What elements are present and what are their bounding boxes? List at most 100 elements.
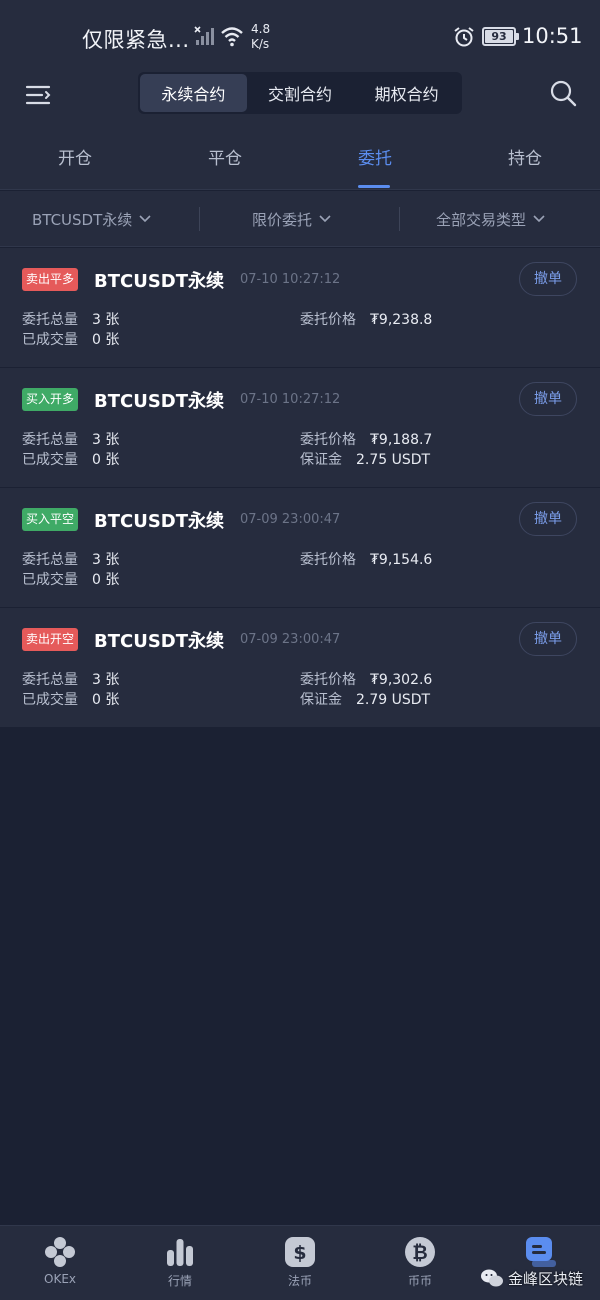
margin-label: 保证金 bbox=[300, 452, 342, 468]
no-signal-icon bbox=[194, 26, 214, 45]
order-time: 07-09 23:00:47 bbox=[240, 512, 341, 527]
total-value: 3 张 bbox=[92, 672, 120, 688]
filled-quantity: 已成交量 0 张 bbox=[22, 449, 119, 469]
market-bars-icon bbox=[167, 1239, 193, 1266]
order-time: 07-10 10:27:12 bbox=[240, 272, 341, 287]
tab-close[interactable]: 平仓 bbox=[150, 144, 300, 169]
tab-orders[interactable]: 委托 bbox=[300, 144, 450, 169]
total-quantity: 委托总量 3 张 bbox=[22, 429, 119, 449]
total-label: 委托总量 bbox=[22, 672, 78, 688]
total-label: 委托总量 bbox=[22, 432, 78, 448]
order-margin: 保证金 2.75 USDT bbox=[300, 449, 430, 469]
order-margin: 保证金 2.79 USDT bbox=[300, 689, 430, 709]
order-card: 卖出开空 BTCUSDT永续 07-09 23:00:47 撤单 委托总量 3 张… bbox=[0, 608, 600, 728]
filled-quantity: 已成交量 0 张 bbox=[22, 569, 119, 589]
network-speed: 4.8 K/s bbox=[251, 22, 270, 52]
tab-open[interactable]: 开仓 bbox=[0, 144, 150, 169]
instrument-name: BTCUSDT永续 bbox=[94, 391, 225, 412]
instrument-name: BTCUSDT永续 bbox=[94, 271, 225, 292]
svg-text:$: $ bbox=[293, 1242, 306, 1264]
total-value: 3 张 bbox=[92, 552, 120, 568]
price-label: 委托价格 bbox=[300, 672, 356, 688]
price-label: 委托价格 bbox=[300, 312, 356, 328]
symbol-filter-label: BTCUSDT永续 bbox=[32, 210, 133, 229]
side-badge: 买入平空 bbox=[22, 508, 79, 531]
chevron-down-icon bbox=[319, 215, 331, 223]
filter-divider bbox=[399, 207, 400, 231]
segment-futures[interactable]: 交割合约 bbox=[247, 74, 354, 112]
filled-value: 0 张 bbox=[92, 332, 120, 348]
chevron-down-icon bbox=[139, 215, 151, 223]
total-value: 3 张 bbox=[92, 432, 120, 448]
filled-value: 0 张 bbox=[92, 572, 120, 588]
order-time: 07-09 23:00:47 bbox=[240, 632, 341, 647]
status-bar: 仅限紧急... 4.8 K/s 93 10:51 bbox=[0, 0, 600, 72]
filled-value: 0 张 bbox=[92, 692, 120, 708]
instrument-name: BTCUSDT永续 bbox=[94, 511, 225, 532]
order-list: 卖出平多 BTCUSDT永续 07-10 10:27:12 撤单 委托总量 3 张… bbox=[0, 248, 600, 728]
nav-market[interactable]: 行情 bbox=[120, 1226, 240, 1300]
order-type-filter-dropdown[interactable]: 限价委托 bbox=[252, 191, 332, 247]
nav-spot[interactable]: ₿ 币币 bbox=[360, 1226, 480, 1300]
total-quantity: 委托总量 3 张 bbox=[22, 549, 119, 569]
battery-icon: 93 bbox=[482, 27, 519, 46]
cancel-order-button[interactable]: 撤单 bbox=[519, 382, 577, 416]
filled-quantity: 已成交量 0 张 bbox=[22, 329, 119, 349]
menu-expand-icon[interactable] bbox=[24, 80, 54, 110]
contract-type-segmented: 永续合约 交割合约 期权合约 bbox=[138, 72, 462, 114]
filled-label: 已成交量 bbox=[22, 452, 78, 468]
order-card: 买入平空 BTCUSDT永续 07-09 23:00:47 撤单 委托总量 3 张… bbox=[0, 488, 600, 608]
filled-quantity: 已成交量 0 张 bbox=[22, 689, 119, 709]
side-badge: 买入开多 bbox=[22, 388, 79, 411]
filled-label: 已成交量 bbox=[22, 332, 78, 348]
price-value: ₮9,188.7 bbox=[370, 432, 433, 448]
speed-value: 4.8 bbox=[251, 22, 271, 36]
wifi-icon bbox=[221, 27, 243, 47]
order-price: 委托价格 ₮9,154.6 bbox=[300, 549, 432, 569]
clock-time: 10:51 bbox=[522, 24, 583, 48]
nav-label: 币币 bbox=[407, 1274, 432, 1288]
filter-bar: BTCUSDT永续 限价委托 全部交易类型 bbox=[0, 191, 600, 247]
price-label: 委托价格 bbox=[300, 432, 356, 448]
fiat-dollar-icon: $ bbox=[285, 1237, 315, 1267]
order-price: 委托价格 ₮9,302.6 bbox=[300, 669, 432, 689]
total-value: 3 张 bbox=[92, 312, 120, 328]
price-label: 委托价格 bbox=[300, 552, 356, 568]
segment-options[interactable]: 期权合约 bbox=[353, 74, 460, 112]
order-time: 07-10 10:27:12 bbox=[240, 392, 341, 407]
cancel-order-button[interactable]: 撤单 bbox=[519, 622, 577, 656]
nav-label: 法币 bbox=[287, 1274, 312, 1288]
okex-logo-icon bbox=[45, 1237, 75, 1267]
margin-value: 2.75 USDT bbox=[356, 452, 431, 468]
nav-fiat[interactable]: $ 法币 bbox=[240, 1226, 360, 1300]
chevron-down-icon bbox=[533, 215, 545, 223]
side-badge: 卖出平多 bbox=[22, 268, 79, 291]
symbol-filter-dropdown[interactable]: BTCUSDT永续 bbox=[32, 191, 152, 247]
search-icon[interactable] bbox=[548, 78, 578, 108]
order-price: 委托价格 ₮9,238.8 bbox=[300, 309, 432, 329]
price-value: ₮9,302.6 bbox=[370, 672, 433, 688]
order-card: 买入开多 BTCUSDT永续 07-10 10:27:12 撤单 委托总量 3 张… bbox=[0, 368, 600, 488]
side-badge: 卖出开空 bbox=[22, 628, 79, 651]
notification-text: 仅限紧急... bbox=[82, 28, 190, 52]
cancel-order-button[interactable]: 撤单 bbox=[519, 262, 577, 296]
nav-okex[interactable]: OKEx bbox=[0, 1226, 120, 1300]
nav-label: OKEx bbox=[44, 1272, 76, 1286]
order-card: 卖出平多 BTCUSDT永续 07-10 10:27:12 撤单 委托总量 3 张… bbox=[0, 248, 600, 368]
trade-type-filter-dropdown[interactable]: 全部交易类型 bbox=[436, 191, 546, 247]
instrument-name: BTCUSDT永续 bbox=[94, 631, 225, 652]
tab-positions[interactable]: 持仓 bbox=[450, 144, 600, 169]
coin-bitcoin-icon: ₿ bbox=[405, 1237, 435, 1267]
wechat-icon bbox=[481, 1269, 503, 1287]
watermark-text: 金峰区块链 bbox=[508, 1269, 584, 1288]
segment-perpetual[interactable]: 永续合约 bbox=[140, 74, 247, 112]
total-quantity: 委托总量 3 张 bbox=[22, 669, 119, 689]
alarm-clock-icon bbox=[454, 27, 474, 47]
app-header: 永续合约 交割合约 期权合约 bbox=[0, 72, 600, 124]
order-subtabs: 开仓 平仓 委托 持仓 bbox=[0, 124, 600, 190]
battery-level: 93 bbox=[491, 30, 507, 43]
speed-unit: K/s bbox=[251, 37, 270, 51]
order-price: 委托价格 ₮9,188.7 bbox=[300, 429, 432, 449]
price-value: ₮9,238.8 bbox=[370, 312, 433, 328]
cancel-order-button[interactable]: 撤单 bbox=[519, 502, 577, 536]
